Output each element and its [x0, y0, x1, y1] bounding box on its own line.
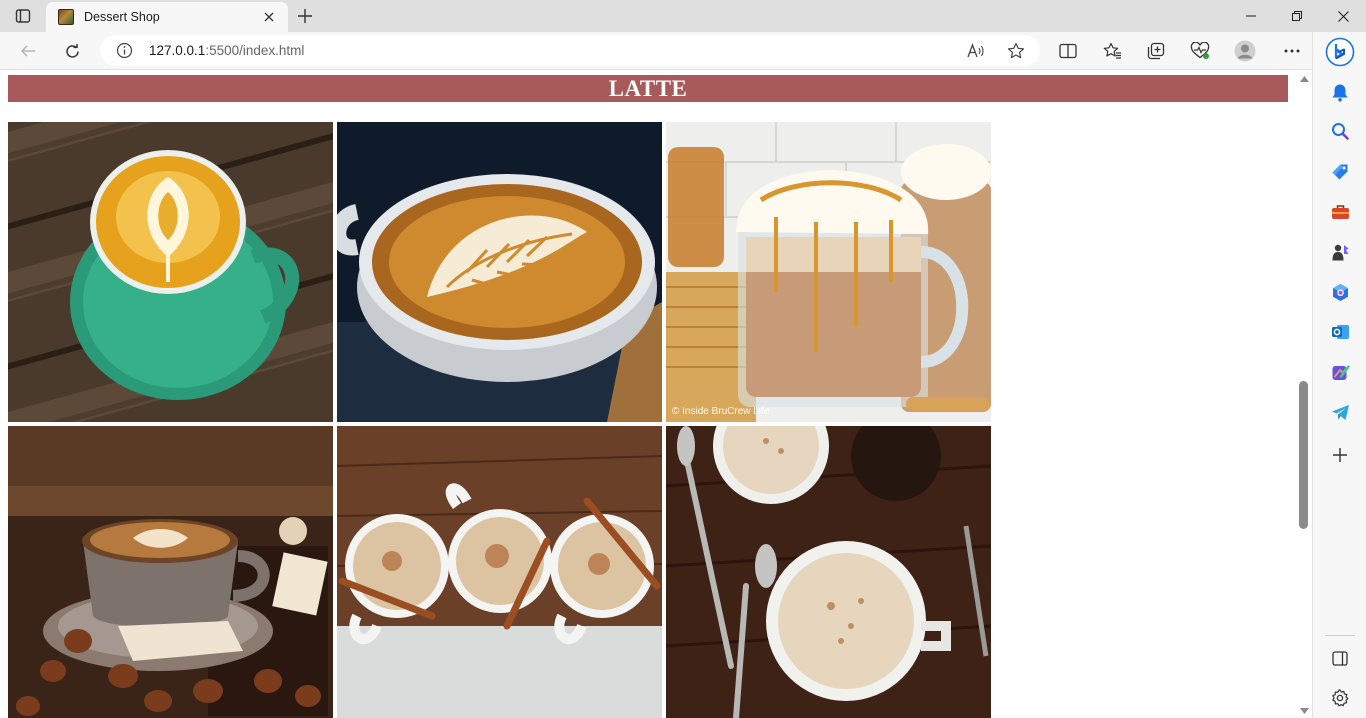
address-bar[interactable]: 127.0.0.1:5500/index.html: [100, 35, 1040, 66]
latte-heading-band: LATTE: [8, 75, 1288, 102]
sidebar-settings-button[interactable]: [1326, 684, 1354, 712]
telegram-icon: [1331, 404, 1349, 420]
minimize-icon: [1246, 15, 1256, 17]
new-tab-button[interactable]: [292, 4, 318, 28]
url-text[interactable]: 127.0.0.1:5500/index.html: [149, 43, 304, 58]
designer-icon: [1332, 364, 1350, 380]
scroll-down-button[interactable]: [1299, 706, 1309, 716]
collections-button[interactable]: [1141, 36, 1171, 66]
cinnamon-latte-spoons-photo: [666, 426, 991, 718]
read-aloud-button[interactable]: [962, 37, 990, 65]
window-close-button[interactable]: [1320, 0, 1366, 32]
read-aloud-icon: [967, 43, 984, 58]
browser-essentials-icon: [1190, 42, 1210, 59]
site-favicon-icon: [58, 9, 74, 25]
back-icon: [20, 45, 35, 57]
tools-button[interactable]: [1326, 198, 1354, 226]
hide-sidebar-button[interactable]: [1326, 644, 1354, 672]
settings-icon: [1332, 689, 1349, 707]
split-screen-button[interactable]: [1053, 36, 1083, 66]
chai-latte-three-cups-photo: [337, 426, 662, 718]
scroll-up-icon: [1299, 76, 1309, 82]
minimize-button[interactable]: [1228, 0, 1274, 32]
collections-icon: [1147, 42, 1165, 60]
outlook-icon: [1331, 325, 1349, 339]
tab-strip: Dessert Shop: [0, 0, 1366, 32]
copilot-button[interactable]: [1324, 36, 1356, 68]
notifications-icon: [1332, 84, 1348, 102]
outlook-button[interactable]: [1326, 318, 1354, 346]
telegram-button[interactable]: [1326, 398, 1354, 426]
caramel-latte-glass-mug-photo: © Inside BruCrew Life: [666, 122, 991, 422]
tools-icon: [1331, 205, 1349, 219]
tab-actions-icon: [15, 9, 31, 23]
designer-button[interactable]: [1326, 358, 1354, 386]
microsoft-365-icon: [1332, 283, 1348, 301]
scroll-down-icon: [1299, 708, 1309, 714]
close-icon: [1337, 10, 1349, 22]
restore-icon: [1292, 11, 1302, 21]
latte-art-white-cup-photo: [337, 122, 662, 422]
notifications-button[interactable]: [1326, 78, 1354, 106]
edge-sidebar: [1312, 32, 1366, 718]
tab-close-button[interactable]: [256, 6, 282, 28]
search-icon: [1332, 123, 1349, 140]
profile-icon: [1234, 40, 1256, 62]
browser-essentials-button[interactable]: [1185, 36, 1215, 66]
sidebar-divider: [1325, 635, 1355, 636]
back-button[interactable]: [13, 36, 43, 66]
profile-button[interactable]: [1230, 36, 1260, 66]
close-icon: [264, 12, 274, 22]
plus-icon: [298, 9, 312, 23]
tab-title: Dessert Shop: [84, 10, 160, 24]
favorite-star-icon: [1008, 42, 1024, 59]
shopping-button[interactable]: [1326, 158, 1354, 186]
hazelnut-latte-photo: [8, 426, 333, 718]
games-button[interactable]: [1326, 238, 1354, 266]
tab-dessert-shop[interactable]: Dessert Shop: [46, 2, 288, 32]
page-scrollbar[interactable]: [1296, 70, 1312, 718]
scrollbar-thumb[interactable]: [1299, 381, 1308, 529]
page-heading: LATTE: [608, 76, 688, 101]
microsoft-365-button[interactable]: [1326, 278, 1354, 306]
search-sidebar-button[interactable]: [1326, 117, 1354, 145]
latte-art-green-cup-photo: [8, 122, 333, 422]
tab-actions-button[interactable]: [8, 5, 38, 27]
more-menu-button[interactable]: [1277, 36, 1307, 66]
split-screen-icon: [1059, 43, 1077, 59]
add-sidebar-app-button[interactable]: [1326, 441, 1354, 469]
refresh-icon: [65, 43, 79, 58]
favorites-icon: [1103, 42, 1121, 59]
photo-watermark: © Inside BruCrew Life: [672, 406, 770, 417]
hide-sidebar-icon: [1332, 650, 1348, 666]
refresh-button[interactable]: [57, 36, 87, 66]
copilot-icon: [1325, 37, 1355, 67]
scroll-up-button[interactable]: [1299, 74, 1309, 84]
url-host: 127.0.0.1: [149, 43, 206, 58]
add-icon: [1333, 448, 1347, 462]
games-icon: [1332, 244, 1348, 260]
favorite-button[interactable]: [1002, 37, 1030, 65]
site-info-icon[interactable]: [116, 42, 133, 59]
browser-toolbar: 127.0.0.1:5500/index.html: [0, 32, 1312, 70]
favorites-button[interactable]: [1097, 36, 1127, 66]
url-path: :5500/index.html: [205, 43, 305, 58]
shopping-icon: [1332, 164, 1348, 180]
page-viewport: LATTE © Inside BruCrew Life: [0, 70, 1296, 718]
more-menu-icon: [1284, 49, 1300, 53]
restore-button[interactable]: [1274, 0, 1320, 32]
